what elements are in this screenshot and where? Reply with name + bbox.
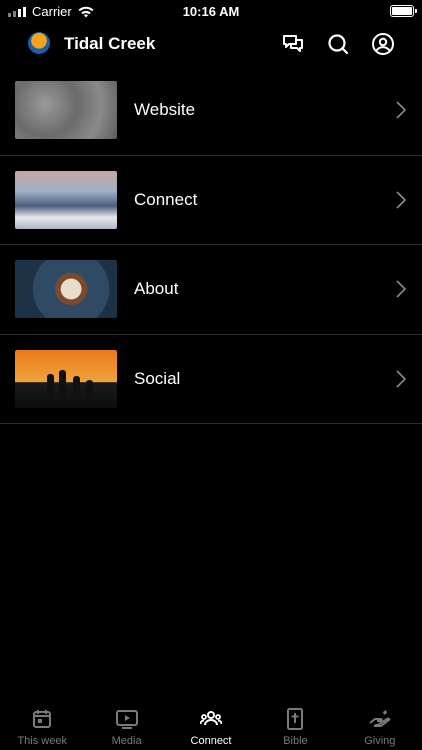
app-title: Tidal Creek	[64, 34, 156, 53]
profile-icon[interactable]	[371, 32, 395, 56]
tab-label: This week	[17, 735, 67, 747]
tab-label: Giving	[364, 735, 396, 747]
tab-bible[interactable]: Bible	[253, 700, 337, 750]
chevron-right-icon	[396, 369, 406, 388]
hand-icon	[369, 710, 391, 727]
chevron-right-icon	[396, 280, 406, 298]
tab-giving[interactable]: Giving	[338, 700, 422, 750]
connect-list: Website Connect About Social	[0, 66, 422, 424]
chevron-right-icon	[396, 190, 406, 209]
messages-icon[interactable]	[281, 32, 305, 56]
tab-media[interactable]: Media	[84, 700, 168, 750]
search-icon[interactable]	[326, 32, 350, 56]
list-item-connect[interactable]: Connect	[0, 156, 422, 245]
connect-thumbnail	[15, 170, 117, 229]
website-thumbnail	[15, 81, 117, 139]
list-item-about[interactable]: About	[0, 245, 422, 335]
battery-icon	[390, 5, 417, 17]
people-icon	[200, 711, 223, 726]
clock: 10:16 AM	[182, 4, 240, 19]
church-logo	[28, 32, 50, 54]
list-item-label: Social	[134, 368, 181, 388]
tab-this-week[interactable]: This week	[0, 700, 84, 750]
tab-bar: This week Media Connect Bible Giving	[0, 700, 422, 750]
tab-connect[interactable]: Connect	[169, 700, 253, 750]
list-item-label: Website	[134, 100, 196, 119]
status-bar: Carrier 10:16 AM	[0, 0, 422, 22]
chevron-right-icon	[396, 101, 406, 119]
list-item-label: Connect	[134, 189, 198, 209]
tab-label: Bible	[283, 735, 308, 747]
tab-label: Connect	[190, 735, 232, 747]
app-header: Tidal Creek	[0, 22, 422, 66]
about-thumbnail	[15, 260, 117, 318]
bible-icon	[287, 708, 304, 730]
calendar-icon	[33, 710, 52, 728]
tab-label: Media	[111, 735, 142, 747]
social-thumbnail	[15, 349, 117, 408]
play-icon	[115, 710, 138, 729]
list-item-label: About	[134, 279, 179, 298]
list-item-social[interactable]: Social	[0, 335, 422, 424]
list-item-website[interactable]: Website	[0, 66, 422, 156]
